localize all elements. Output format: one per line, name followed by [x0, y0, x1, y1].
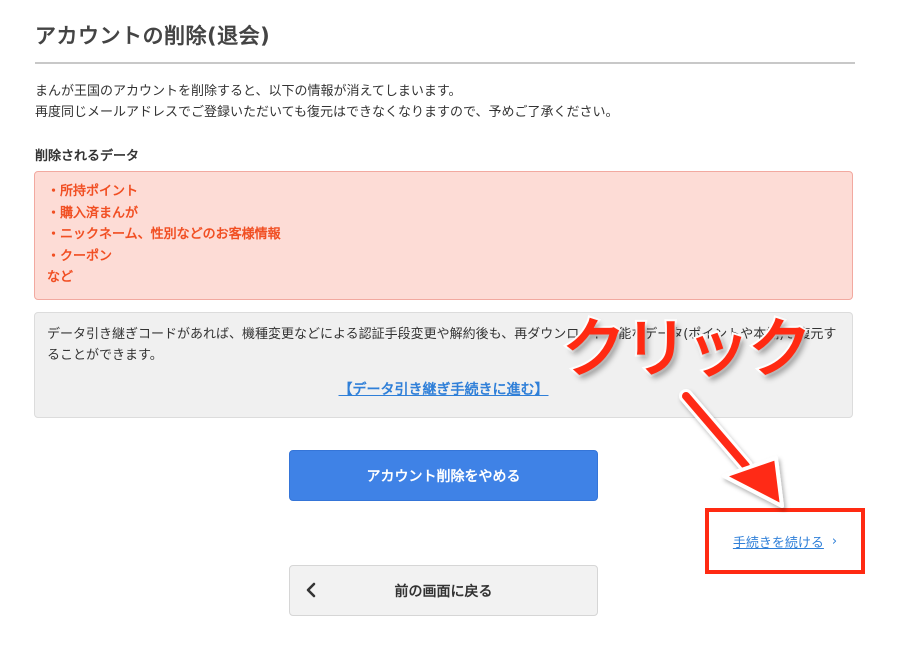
- list-item: ・所持ポイント: [47, 184, 139, 199]
- deleted-data-heading: 削除されるデータ: [35, 149, 140, 164]
- data-transfer-text: データ引き継ぎコードがあれば、機種変更などによる認証手段変更や解約後も、再ダウン…: [47, 327, 837, 363]
- continue-link[interactable]: 手続きを続ける: [733, 532, 824, 551]
- chevron-left-icon: [306, 582, 316, 598]
- intro-line-1: まんが王国のアカウントを削除すると、以下の情報が消えてしまいます。: [35, 84, 462, 99]
- cancel-delete-button[interactable]: アカウント削除をやめる: [289, 450, 598, 501]
- continue-highlight: 手続きを続ける ›: [705, 508, 865, 574]
- list-item: ・購入済まんが: [47, 205, 139, 221]
- page-title: アカウントの削除(退会): [35, 20, 855, 64]
- chevron-right-icon: ›: [831, 533, 838, 549]
- back-button[interactable]: 前の画面に戻る: [289, 565, 598, 616]
- deleted-data-list: ・所持ポイント ・購入済まんが ・ニックネーム、性別などのお客様情報 ・クーポン…: [34, 171, 853, 300]
- list-item: など: [47, 270, 74, 286]
- intro-line-2: 再度同じメールアドレスでご登録いただいても復元はできなくなりますので、予めご了承…: [35, 105, 619, 120]
- list-item: ・クーポン: [47, 248, 113, 264]
- list-item: ・ニックネーム、性別などのお客様情報: [47, 227, 281, 243]
- data-transfer-link[interactable]: 【データ引き継ぎ手続きに進む】: [35, 380, 852, 401]
- back-button-label: 前の画面に戻る: [394, 583, 493, 600]
- data-transfer-info: データ引き継ぎコードがあれば、機種変更などによる認証手段変更や解約後も、再ダウン…: [34, 312, 853, 418]
- intro-text: まんが王国のアカウントを削除すると、以下の情報が消えてしまいます。 再度同じメー…: [35, 81, 865, 123]
